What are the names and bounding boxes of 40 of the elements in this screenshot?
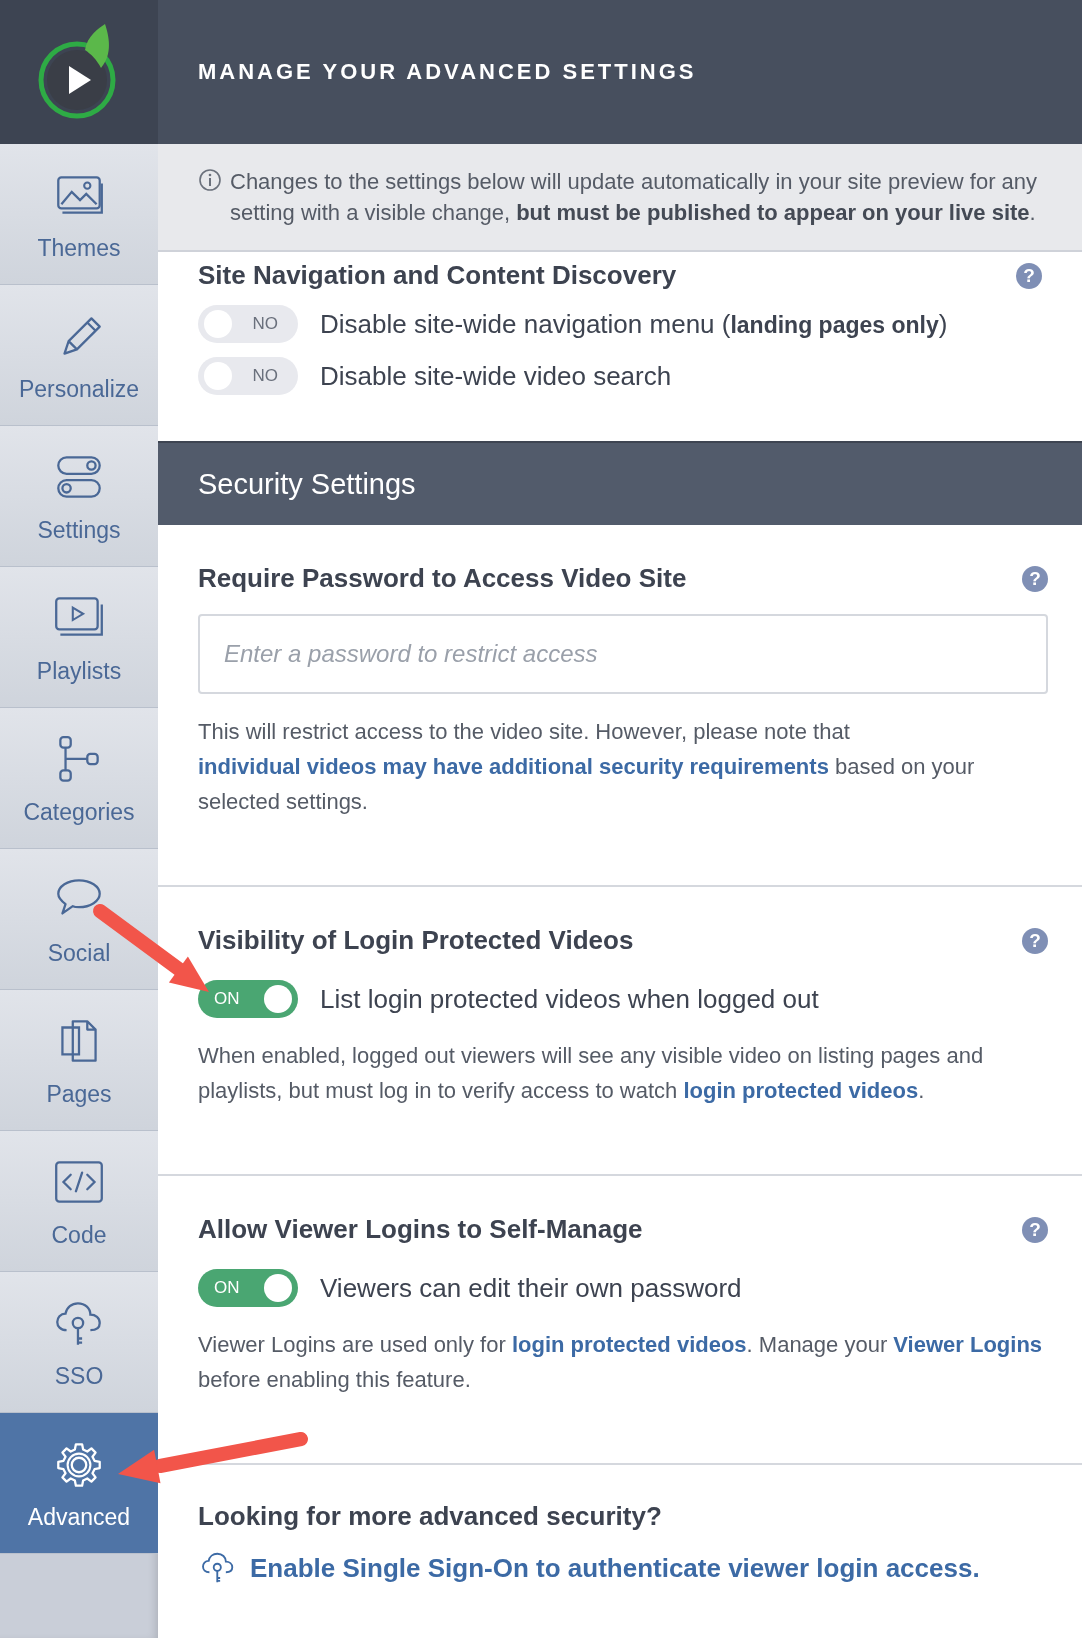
sidebar-item[interactable]: Categories	[0, 708, 158, 849]
section-title: Site Navigation and Content Discovery	[198, 260, 677, 291]
sidebar-item[interactable]: SSO	[0, 1272, 158, 1413]
toggle-switch[interactable]: NO	[198, 357, 298, 395]
toggle-switch[interactable]: NO	[198, 305, 298, 343]
page-title: MANAGE YOUR ADVANCED SETTINGS	[198, 59, 697, 85]
help-icon[interactable]: ?	[1022, 565, 1048, 592]
setting-title: Allow Viewer Logins to Self-Manage	[198, 1214, 643, 1245]
sidebar-item[interactable]: Pages	[0, 990, 158, 1131]
description: When enabled, logged out viewers will see any visible video on listing pages and playlists, but must log in to verify access to watch login protected videos.	[198, 1042, 985, 1105]
toggle-switch[interactable]: ON	[198, 980, 298, 1018]
info-icon	[198, 168, 222, 192]
link[interactable]: login protected videos	[683, 1078, 919, 1103]
notice-text: Changes to the settings below will update automatically in your site preview for any setting with a visible change, but must be published to appear on your live site.	[230, 168, 1039, 227]
sidebar-item[interactable]: Personalize	[0, 285, 158, 426]
sidebar-item[interactable]: Settings	[0, 426, 158, 567]
description: Viewer Logins are used only for login protected videos. Manage your Viewer Logins before enabling this feature.	[198, 1331, 1044, 1394]
toggle-label: Disable site-wide video search	[320, 360, 672, 392]
toggle-switch[interactable]: ON	[198, 1269, 298, 1307]
sidebar-item[interactable]: Playlists	[0, 567, 158, 708]
help-icon[interactable]: ?	[1022, 927, 1048, 954]
password-field[interactable]: Enter a password to restrict access	[198, 614, 1048, 694]
help-icon[interactable]: ?	[1022, 1216, 1048, 1243]
help-icon[interactable]: ?	[1016, 262, 1042, 289]
toggle-label: Disable site-wide navigation menu (landing pages only)	[320, 308, 948, 340]
link[interactable]: Viewer Logins	[893, 1332, 1043, 1357]
description: This will restrict access to the video site. However, please note that individual videos may have additional security requirements based on your selected settings.	[198, 718, 976, 816]
link[interactable]: login protected videos	[511, 1332, 747, 1357]
toggle-label: Viewers can edit their own password	[320, 1272, 742, 1304]
sidebar-item[interactable]: Social	[0, 849, 158, 990]
sidebar-item[interactable]: Code	[0, 1131, 158, 1272]
section-title: Security Settings	[198, 467, 416, 501]
toggle-label: List login protected videos when logged out	[320, 983, 819, 1015]
setting-title: Visibility of Login Protected Videos	[198, 925, 634, 956]
setting-title: Require Password to Access Video Site	[198, 563, 687, 594]
link[interactable]: individual videos may have additional security requirements	[198, 754, 829, 779]
sidebar-item[interactable]: Advanced	[0, 1413, 158, 1554]
sidebar-item[interactable]: Themes	[0, 144, 158, 285]
setting-title: Looking for more advanced security?	[198, 1501, 663, 1532]
sso-link[interactable]: Enable Single Sign-On to authenticate viewer login access.	[250, 1552, 980, 1584]
